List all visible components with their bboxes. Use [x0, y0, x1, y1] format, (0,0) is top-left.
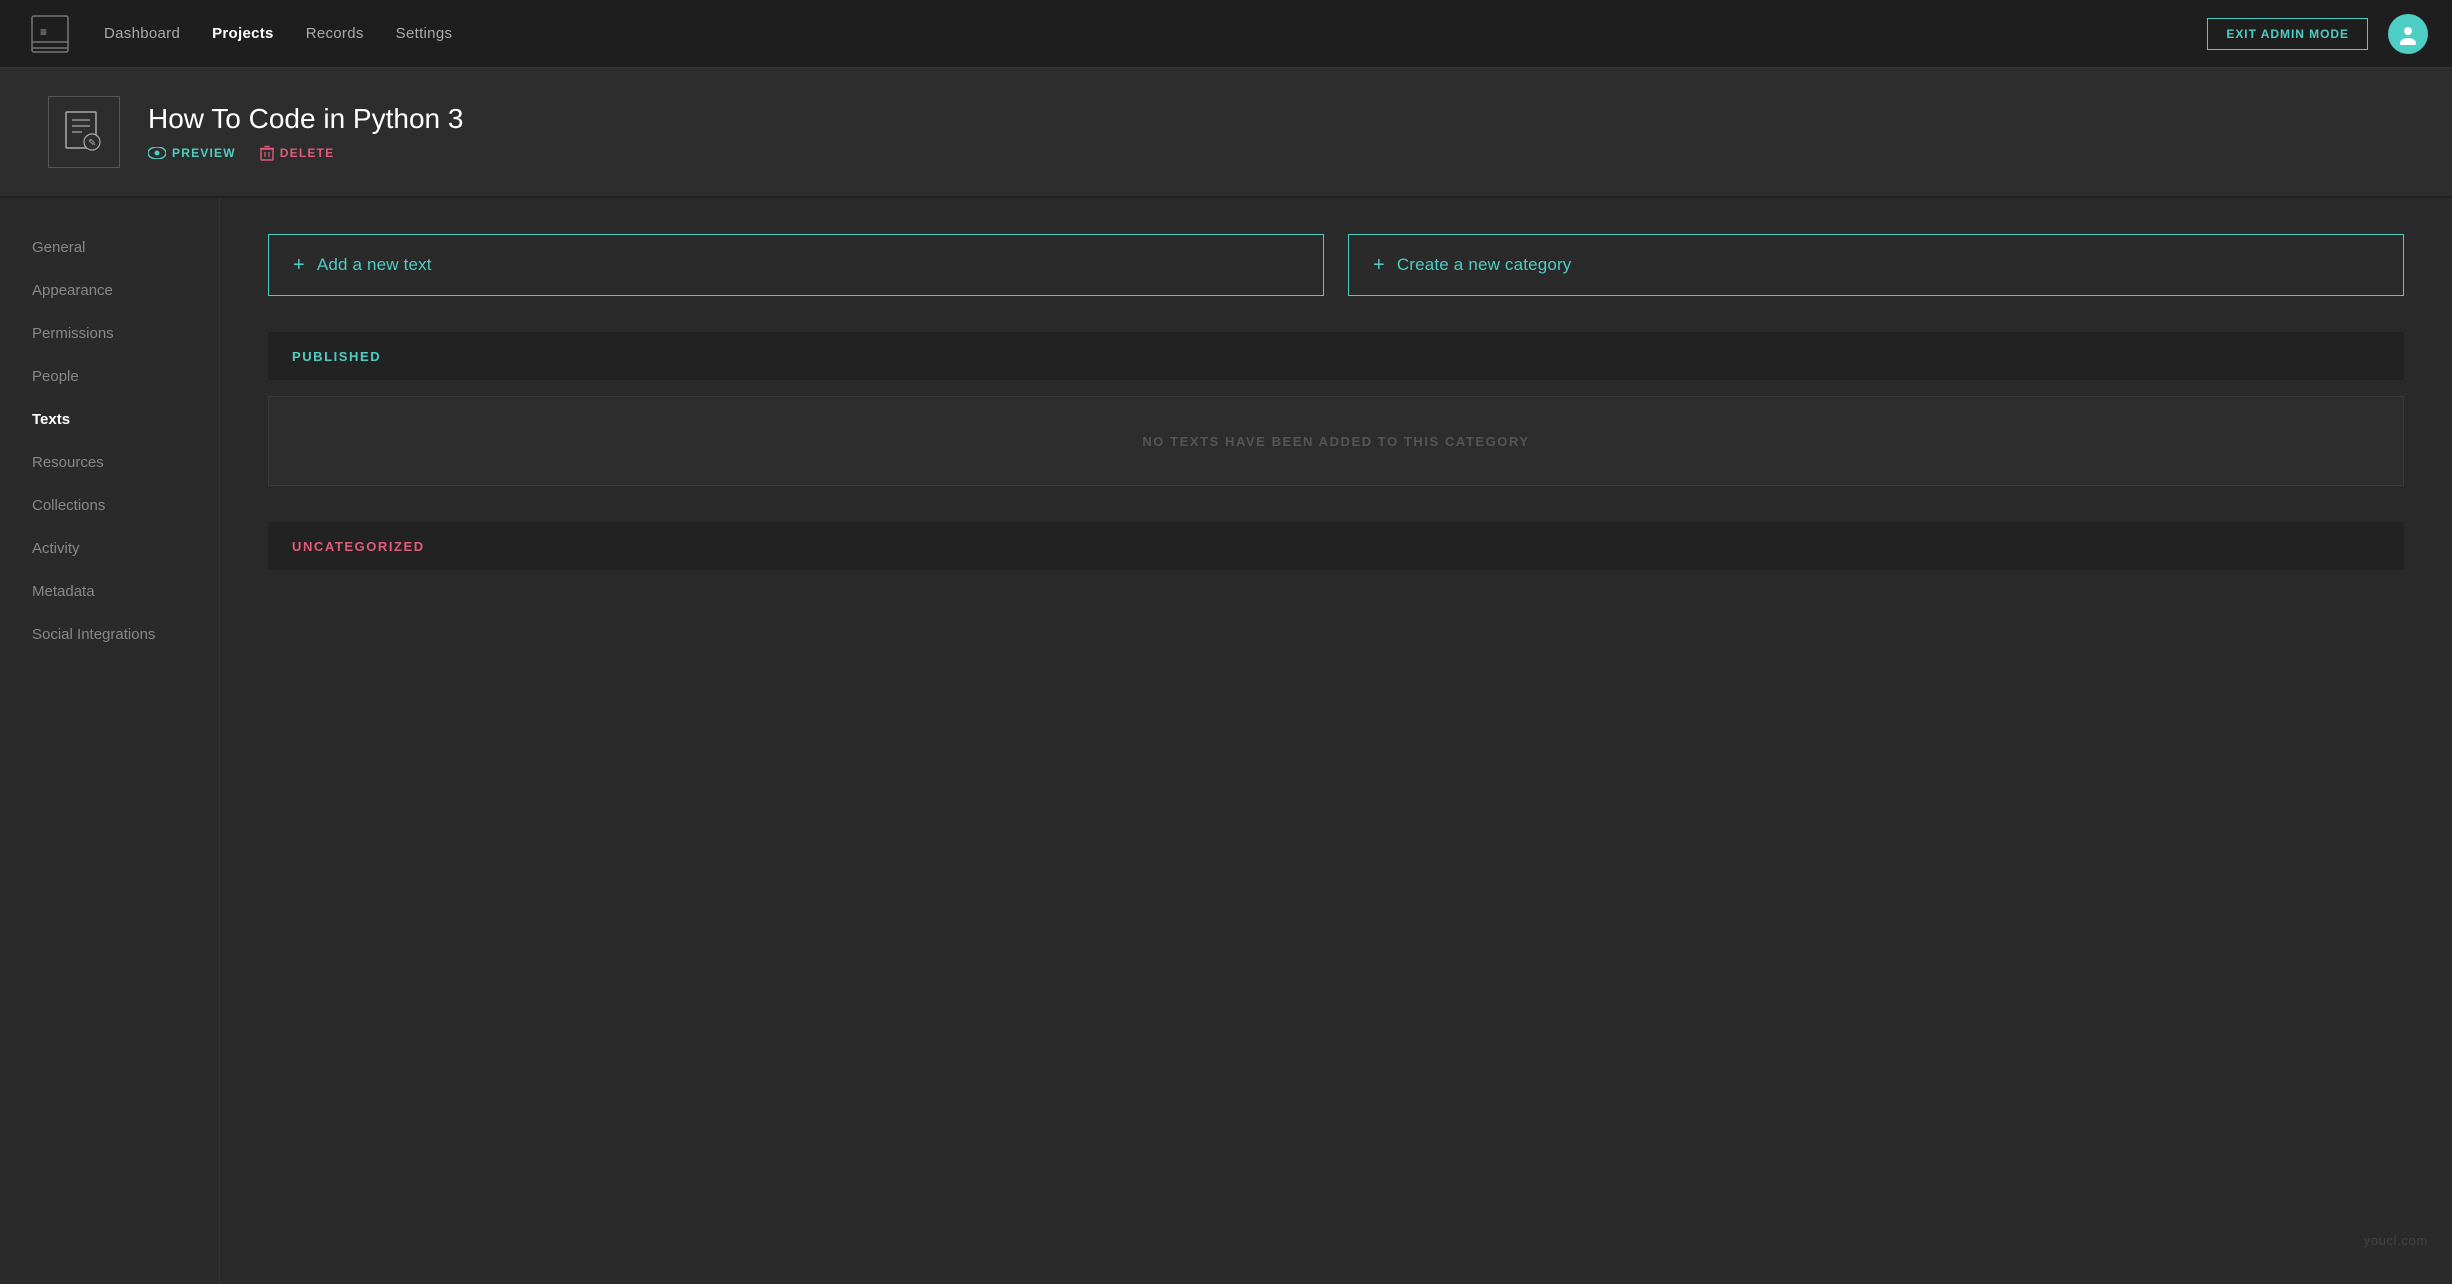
preview-link[interactable]: PREVIEW [148, 146, 236, 160]
published-section-header: PUBLISHED [268, 332, 2404, 380]
create-category-plus-icon: + [1373, 255, 1385, 275]
nav-settings[interactable]: Settings [396, 25, 453, 42]
sidebar-item-social-integrations[interactable]: Social Integrations [0, 613, 219, 656]
create-category-button[interactable]: + Create a new category [1348, 234, 2404, 296]
sidebar-item-resources[interactable]: Resources [0, 441, 219, 484]
empty-category-box: NO TEXTS HAVE BEEN ADDED TO THIS CATEGOR… [268, 396, 2404, 486]
logo[interactable]: ≡ [24, 8, 76, 60]
project-icon: ✎ [48, 96, 120, 168]
action-buttons: + Add a new text + Create a new category [268, 234, 2404, 296]
project-actions: PREVIEW DELETE [148, 145, 463, 161]
main-layout: General Appearance Permissions People Te… [0, 198, 2452, 1284]
preview-label: PREVIEW [172, 146, 236, 160]
sidebar-item-activity[interactable]: Activity [0, 527, 219, 570]
create-category-label: Create a new category [1397, 255, 1572, 275]
sidebar-item-general[interactable]: General [0, 226, 219, 269]
project-info: How To Code in Python 3 PREVIEW DELETE [148, 103, 463, 161]
project-header: ✎ How To Code in Python 3 PREVIEW [0, 68, 2452, 198]
nav-records[interactable]: Records [306, 25, 364, 42]
sidebar-item-permissions[interactable]: Permissions [0, 312, 219, 355]
topnav: ≡ Dashboard Projects Records Settings EX… [0, 0, 2452, 68]
sidebar-item-appearance[interactable]: Appearance [0, 269, 219, 312]
exit-admin-button[interactable]: EXIT ADMIN MODE [2207, 18, 2368, 50]
svg-text:≡: ≡ [40, 25, 47, 39]
nav-links: Dashboard Projects Records Settings [104, 25, 2207, 42]
delete-link[interactable]: DELETE [260, 145, 335, 161]
nav-dashboard[interactable]: Dashboard [104, 25, 180, 42]
project-title: How To Code in Python 3 [148, 103, 463, 135]
nav-projects[interactable]: Projects [212, 25, 274, 42]
avatar[interactable] [2388, 14, 2428, 54]
topnav-right: EXIT ADMIN MODE [2207, 14, 2428, 54]
uncategorized-section-header: UNCATEGORIZED [268, 522, 2404, 570]
uncategorized-label: UNCATEGORIZED [292, 539, 425, 554]
footer-watermark: youcl.com [2364, 1233, 2428, 1248]
add-new-text-button[interactable]: + Add a new text [268, 234, 1324, 296]
sidebar-item-metadata[interactable]: Metadata [0, 570, 219, 613]
svg-text:✎: ✎ [88, 138, 96, 149]
sidebar-item-people[interactable]: People [0, 355, 219, 398]
empty-category-message: NO TEXTS HAVE BEEN ADDED TO THIS CATEGOR… [1142, 434, 1529, 449]
published-label: PUBLISHED [292, 349, 381, 364]
sidebar: General Appearance Permissions People Te… [0, 198, 220, 1284]
add-text-label: Add a new text [317, 255, 432, 275]
delete-label: DELETE [280, 146, 335, 160]
sidebar-item-texts[interactable]: Texts [0, 398, 219, 441]
sidebar-item-collections[interactable]: Collections [0, 484, 219, 527]
add-text-plus-icon: + [293, 255, 305, 275]
main-content: + Add a new text + Create a new category… [220, 198, 2452, 1284]
